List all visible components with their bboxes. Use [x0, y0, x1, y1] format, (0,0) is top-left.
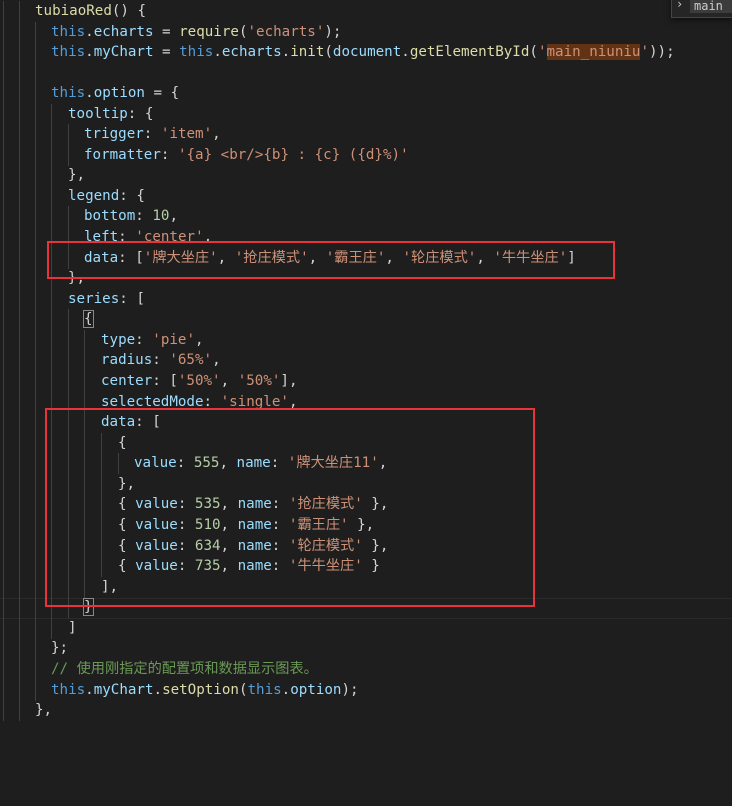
legend-item: 轮庄模式 — [411, 250, 468, 266]
code-line: value: 555, name: '牌大坐庄11', — [0, 453, 732, 474]
code-line: formatter: '{a} <br/>{b} : {c} ({d}%)' — [0, 145, 732, 166]
code-comment: // 使用刚指定的配置项和数据显示图表。 — [51, 661, 318, 677]
legend-item: 霸王庄 — [334, 250, 377, 266]
code-line: series: [ — [0, 289, 732, 310]
series-type: pie — [160, 332, 187, 348]
code-line: center: ['50%', '50%'], — [0, 371, 732, 392]
code-line: legend: { — [0, 186, 732, 207]
legend-item: 抢庄模式 — [243, 250, 301, 266]
code-line: this.myChart.setOption(this.option); — [0, 680, 732, 701]
code-line: tooltip: { — [0, 104, 732, 125]
legend-bottom: 10 — [152, 208, 170, 224]
code-line: // 使用刚指定的配置项和数据显示图表。 — [0, 659, 732, 680]
data-name: 抢庄模式 — [297, 496, 355, 512]
code-line: { value: 735, name: '牛牛坐庄' } — [0, 556, 732, 577]
code-line: { value: 634, name: '轮庄模式' }, — [0, 536, 732, 557]
code-line: { — [0, 309, 732, 330]
code-line: { — [0, 433, 732, 454]
tooltip-formatter: {a} <br/>{b} : {c} ({d}%) — [186, 147, 401, 163]
series-center-x: 50% — [186, 373, 213, 389]
code-line: selectedMode: 'single', — [0, 392, 732, 413]
data-name: 轮庄模式 — [297, 538, 355, 554]
code-editor[interactable]: › main tubiaoRed() { this.echarts = requ… — [0, 0, 732, 721]
data-value: 555 — [193, 455, 220, 471]
code-line: type: 'pie', — [0, 330, 732, 351]
code-line: }, — [0, 165, 732, 186]
legend-item: 牌大坐庄 — [152, 250, 210, 266]
tooltip-trigger: item — [169, 126, 204, 142]
code-line — [0, 63, 732, 84]
data-value: 535 — [194, 496, 221, 512]
code-line: { value: 510, name: '霸王庄' }, — [0, 515, 732, 536]
code-line: bottom: 10, — [0, 206, 732, 227]
element-id-highlight: main_niuniu — [546, 44, 641, 60]
code-line: }; — [0, 638, 732, 659]
series-center-y: 50% — [246, 373, 272, 389]
code-line: this.echarts = require('echarts'); — [0, 22, 732, 43]
legend-left: center — [143, 229, 196, 245]
code-line: this.option = { — [0, 83, 732, 104]
code-line: data: ['牌大坐庄', '抢庄模式', '霸王庄', '轮庄模式', '牛… — [0, 248, 732, 269]
data-name: 牌大坐庄11 — [296, 455, 371, 471]
data-name: 牛牛坐庄 — [297, 558, 355, 574]
code-line: }, — [0, 268, 732, 289]
code-line: data: [ — [0, 412, 732, 433]
code-line: { value: 535, name: '抢庄模式' }, — [0, 494, 732, 515]
code-line: left: 'center', — [0, 227, 732, 248]
code-line: ] — [0, 618, 732, 639]
data-value: 634 — [194, 538, 221, 554]
series-selected-mode: single — [229, 394, 281, 410]
code-line: radius: '65%', — [0, 350, 732, 371]
code-line: this.myChart = this.echarts.init(documen… — [0, 42, 732, 63]
code-line: ], — [0, 577, 732, 598]
code-line: tubiaoRed() { — [0, 1, 732, 22]
data-name: 霸王庄 — [297, 517, 341, 533]
require-module: echarts — [256, 24, 316, 40]
series-radius: 65% — [177, 352, 204, 368]
legend-item: 牛牛坐庄 — [501, 250, 559, 266]
code-line: }, — [0, 474, 732, 495]
code-line: } — [0, 597, 732, 618]
method-name: tubiaoRed — [35, 3, 112, 19]
code-line: }, — [0, 700, 732, 721]
data-value: 510 — [194, 517, 221, 533]
data-value: 735 — [194, 558, 221, 574]
code-line: trigger: 'item', — [0, 124, 732, 145]
